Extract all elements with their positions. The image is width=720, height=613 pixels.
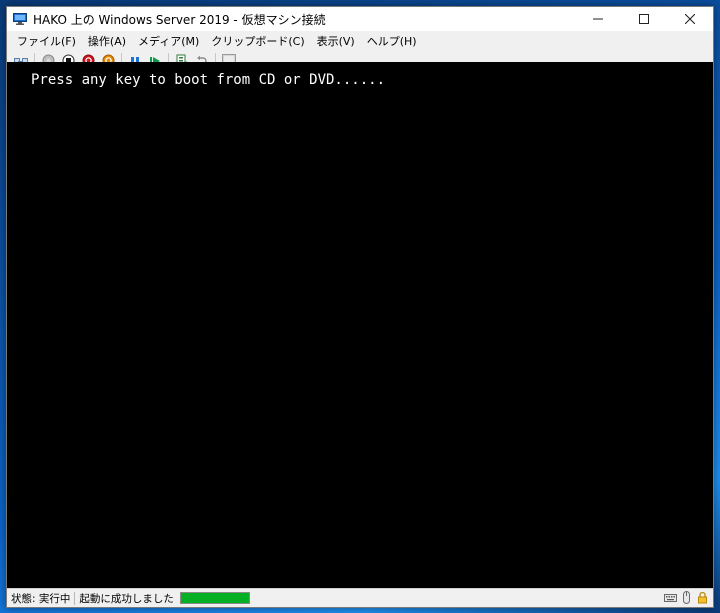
mouse-icon	[683, 591, 690, 604]
close-button[interactable]	[667, 7, 713, 31]
vm-connection-window: HAKO 上の Windows Server 2019 - 仮想マシン接続 ファ…	[6, 6, 714, 608]
status-state: 状態: 実行中	[11, 592, 71, 605]
menu-action[interactable]: 操作(A)	[82, 33, 132, 49]
close-icon	[685, 14, 695, 24]
menu-view[interactable]: 表示(V)	[311, 33, 361, 49]
keyboard-icon	[664, 594, 677, 602]
status-progress-bar	[179, 592, 250, 604]
minimize-button[interactable]	[575, 7, 621, 31]
menu-bar: ファイル(F) 操作(A) メディア(M) クリップボード(C) 表示(V) ヘ…	[7, 31, 713, 50]
maximize-button[interactable]	[621, 7, 667, 31]
menu-file[interactable]: ファイル(F)	[11, 33, 82, 49]
window-title: HAKO 上の Windows Server 2019 - 仮想マシン接続	[33, 12, 326, 27]
menu-media[interactable]: メディア(M)	[132, 33, 205, 49]
minimize-icon	[593, 18, 603, 20]
lock-icon	[698, 591, 707, 604]
menu-clipboard[interactable]: クリップボード(C)	[205, 33, 310, 49]
status-progress-fill	[180, 593, 249, 603]
title-bar[interactable]: HAKO 上の Windows Server 2019 - 仮想マシン接続	[7, 7, 713, 31]
maximize-icon	[639, 14, 649, 24]
boot-prompt-text: Press any key to boot from CD or DVD....…	[31, 72, 386, 88]
status-bar: 状態: 実行中 起動に成功しました	[7, 588, 713, 607]
menu-help[interactable]: ヘルプ(H)	[361, 33, 423, 49]
vm-connect-app-icon	[13, 13, 27, 25]
vm-console-screen[interactable]: Press any key to boot from CD or DVD....…	[7, 62, 713, 589]
status-message: 起動に成功しました	[79, 592, 174, 605]
